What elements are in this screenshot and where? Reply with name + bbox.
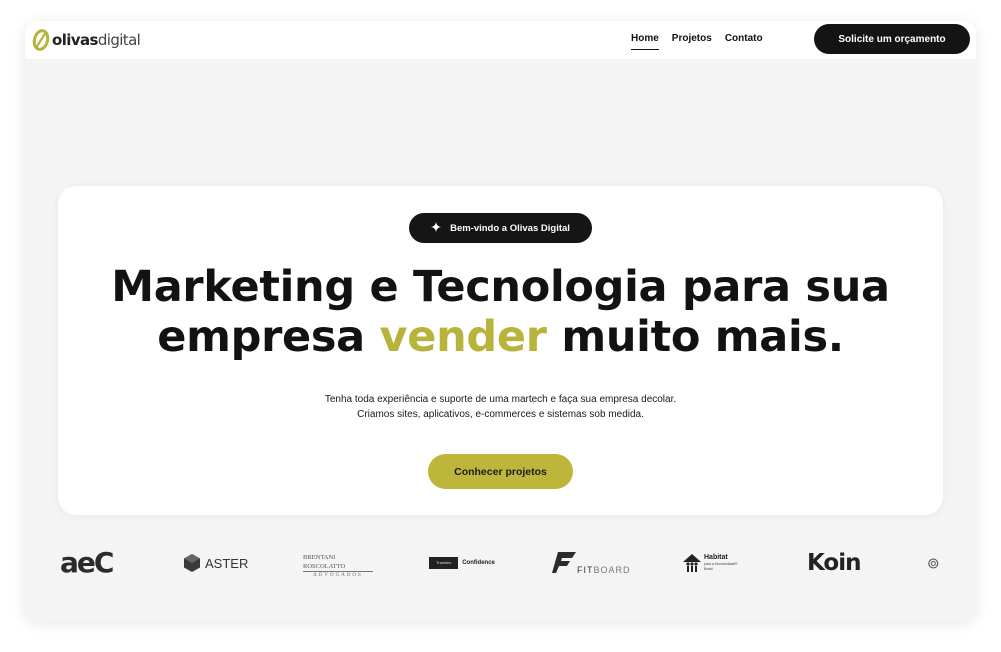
- top-navbar: olivasdigital Home Projetos Contato Soli…: [25, 21, 976, 59]
- headline-line-2-start: empresa: [157, 312, 365, 362]
- request-quote-button[interactable]: Solicite um orçamento: [814, 24, 970, 54]
- logo-wordmark: olivasdigital: [52, 31, 141, 49]
- browser-frame: olivasdigital Home Projetos Contato Soli…: [25, 21, 976, 621]
- habitat-text: Habitat para a Humanidade® Brasil: [704, 554, 738, 571]
- headline-line-2-end: muito mais.: [561, 312, 844, 362]
- subtext-line-2: Criamos sites, aplicativos, e-commerces …: [357, 409, 644, 420]
- client-logo-confidence: Travelex Confidence: [429, 557, 495, 569]
- client-logo-habitat: Habitat para a Humanidade® Brasil: [682, 552, 737, 574]
- see-projects-button[interactable]: Conhecer projetos: [428, 454, 573, 489]
- client-logo-koin: Koin: [807, 550, 861, 576]
- olivas-digital-logo[interactable]: olivasdigital: [32, 28, 141, 52]
- hero-headline: Marketing e Tecnologia para sua empresa …: [58, 262, 943, 362]
- aster-hexagon-icon: [184, 554, 200, 572]
- client-logo-brentani-roscolatto: BRENTANI ROSCOLATTO ADVOGADOS: [303, 553, 373, 578]
- headline-line-1: Marketing e Tecnologia para sua: [111, 262, 890, 312]
- habitat-house-icon: [683, 554, 701, 572]
- client-logo-fitboard: FIT BOARD: [552, 549, 631, 575]
- sparkle-icon: [431, 221, 442, 235]
- client-logo-aec: aeC: [60, 545, 114, 579]
- client-logo-partial: [928, 557, 941, 570]
- main-nav: Home Projetos Contato: [631, 33, 763, 50]
- nav-link-contato[interactable]: Contato: [725, 33, 763, 50]
- nav-link-home[interactable]: Home: [631, 33, 659, 50]
- nav-link-projetos[interactable]: Projetos: [672, 33, 712, 50]
- hero-card: Bem-vindo a Olivas Digital Marketing e T…: [58, 186, 943, 515]
- subtext-line-1: Tenha toda experiência e suporte de uma …: [324, 394, 677, 405]
- client-logo-aster: ASTER: [182, 553, 248, 573]
- partial-ring-logo-icon: [928, 558, 939, 569]
- welcome-badge-text: Bem-vindo a Olivas Digital: [450, 222, 570, 234]
- olive-leaf-icon: [32, 29, 50, 51]
- welcome-badge: Bem-vindo a Olivas Digital: [409, 213, 592, 243]
- headline-accent-word: vender: [379, 312, 547, 362]
- fitboard-f-icon: [552, 552, 576, 573]
- hero-subtext: Tenha toda experiência e suporte de uma …: [58, 392, 943, 422]
- client-logos-strip: aeC ASTER BRENTANI ROSCOLATTO ADVOGADOS …: [25, 541, 976, 585]
